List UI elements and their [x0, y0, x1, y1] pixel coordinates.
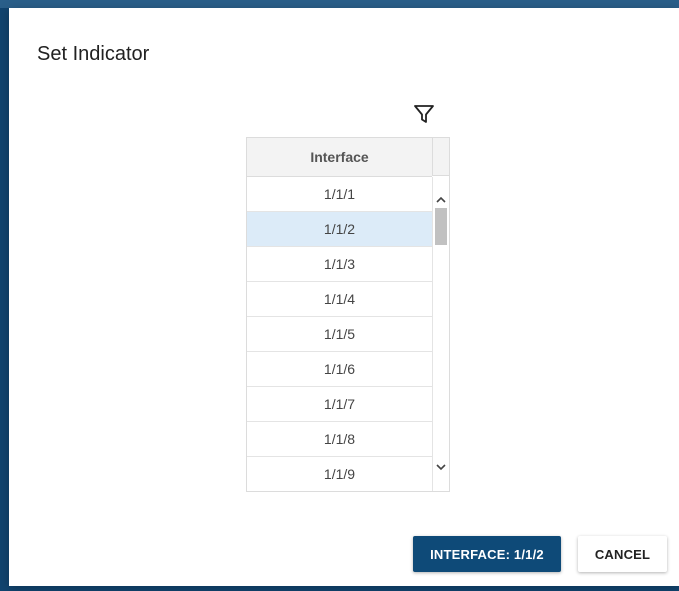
column-header-interface[interactable]: Interface [247, 138, 432, 177]
chevron-up-icon [436, 196, 446, 203]
table-row[interactable]: 1/1/6 [247, 352, 432, 387]
set-indicator-dialog: Set Indicator Interface 1/1/1 1/1/2 1/1/… [9, 8, 679, 586]
scroll-up-icon[interactable] [436, 192, 446, 203]
table-row[interactable]: 1/1/7 [247, 387, 432, 422]
filter-icon-glyph [414, 105, 434, 123]
cancel-button[interactable]: CANCEL [578, 536, 667, 572]
interface-grid: Interface 1/1/1 1/1/2 1/1/3 1/1/4 1/1/5 … [246, 137, 450, 492]
table-row[interactable]: 1/1/1 [247, 177, 432, 212]
table-row[interactable]: 1/1/8 [247, 422, 432, 457]
table-row-selected[interactable]: 1/1/2 [247, 212, 432, 247]
dialog-title: Set Indicator [37, 43, 150, 65]
background-window-strip [0, 0, 679, 8]
table-row[interactable]: 1/1/5 [247, 317, 432, 352]
vertical-scrollbar[interactable] [432, 177, 449, 491]
grid-rows: 1/1/1 1/1/2 1/1/3 1/1/4 1/1/5 1/1/6 1/1/… [247, 177, 432, 491]
confirm-interface-button[interactable]: INTERFACE: 1/1/2 [413, 536, 561, 572]
table-row[interactable]: 1/1/3 [247, 247, 432, 282]
chevron-down-icon [436, 464, 446, 471]
table-row[interactable]: 1/1/9 [247, 457, 432, 491]
scrollbar-thumb[interactable] [435, 208, 447, 245]
scroll-down-icon[interactable] [436, 459, 446, 471]
table-row[interactable]: 1/1/4 [247, 282, 432, 317]
filter-icon[interactable] [412, 102, 436, 126]
header-corner [432, 138, 449, 176]
